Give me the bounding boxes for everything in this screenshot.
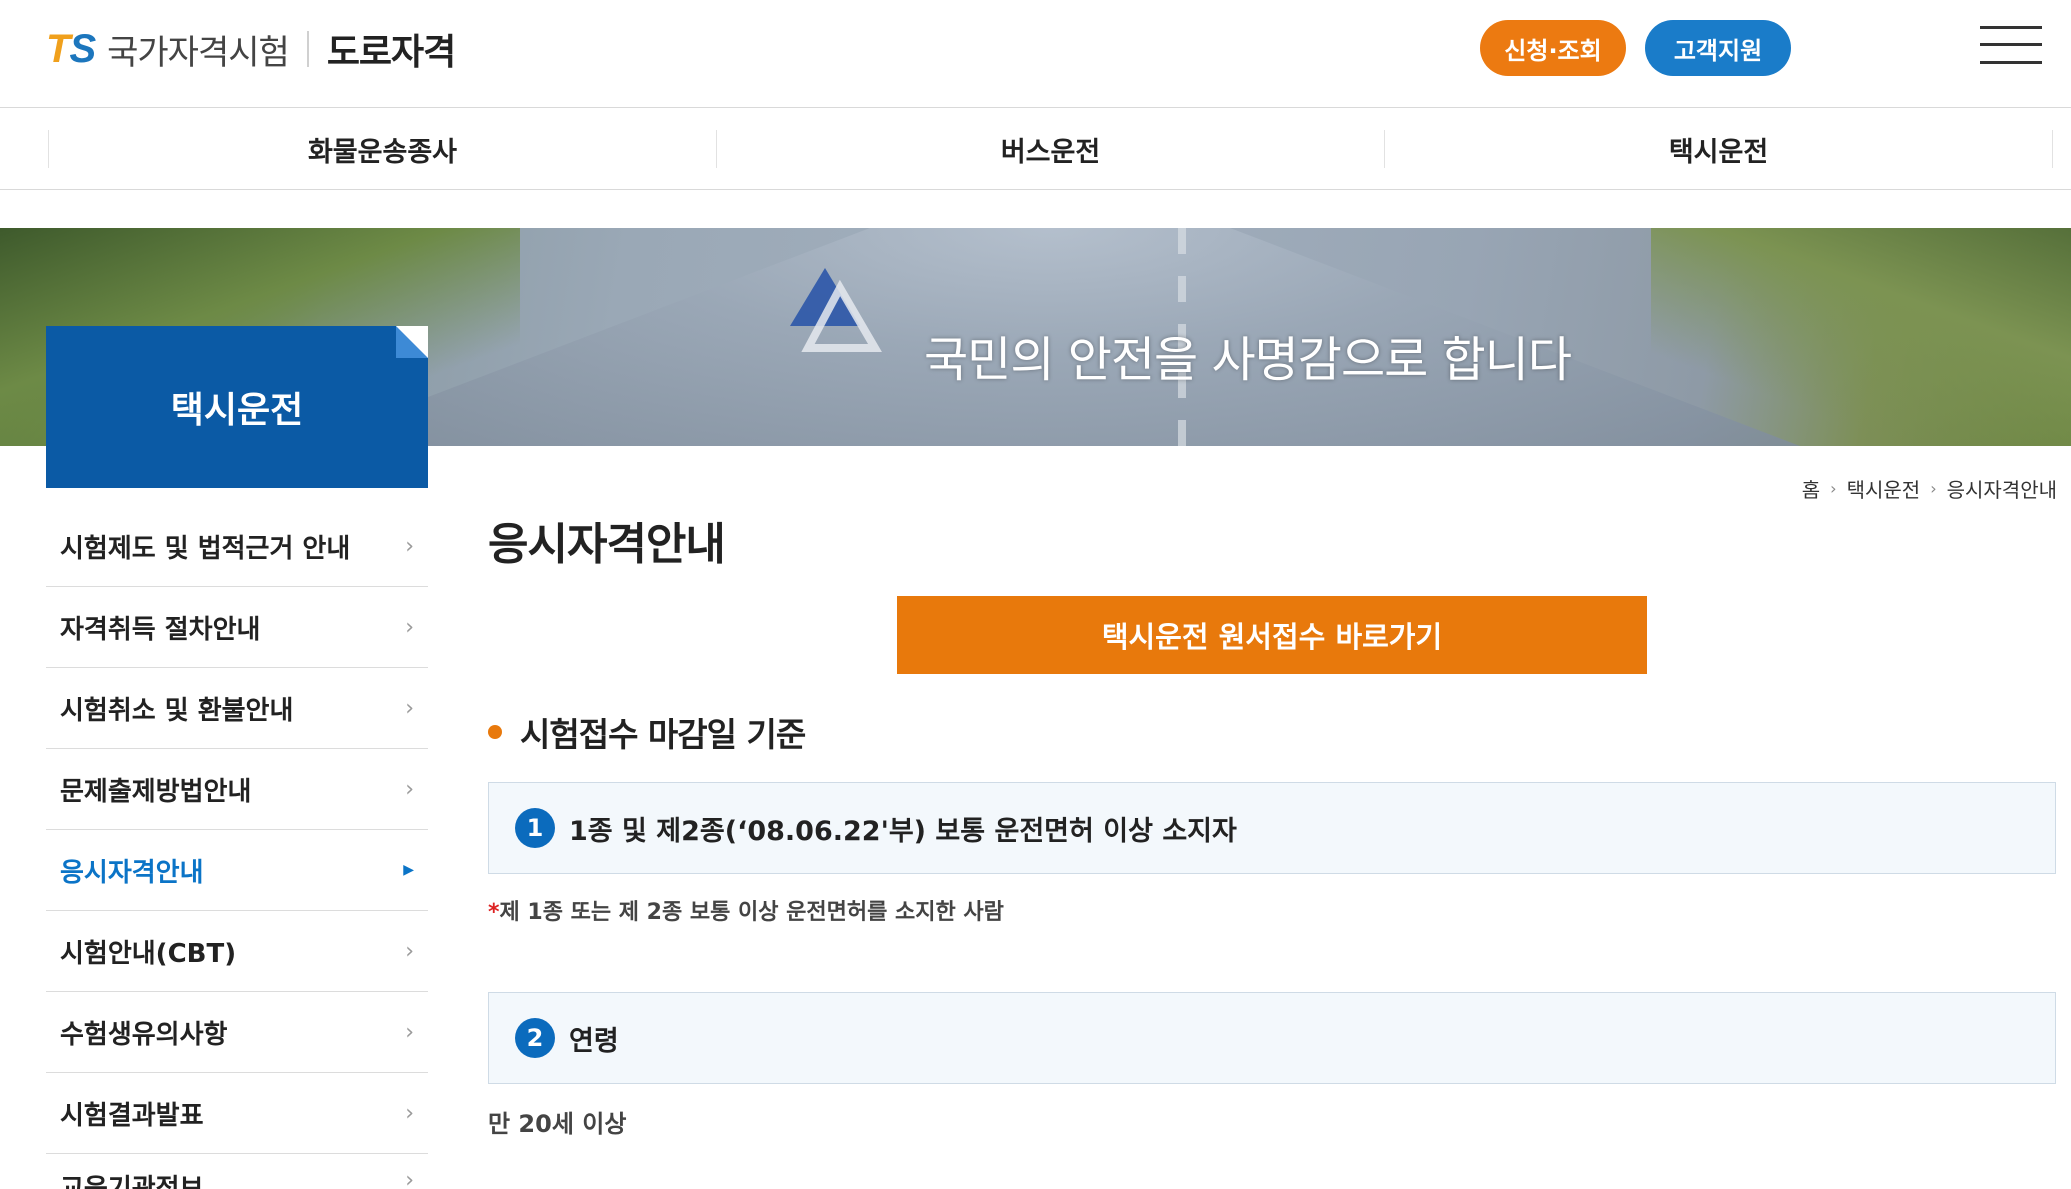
- chevron-right-icon: ›: [1830, 479, 1837, 498]
- banner-triangle-icon: [790, 268, 882, 352]
- page-title: 응시자격안내: [488, 519, 726, 570]
- apply-inquiry-button[interactable]: 신청·조회: [1480, 20, 1626, 76]
- sidebar-item-results[interactable]: 시험결과발표 ›: [46, 1073, 428, 1154]
- caret-right-icon: ▶: [403, 862, 414, 878]
- criteria-text: 1종 및 제2종(‘08.06.22'부) 보통 운전면허 이상 소지자: [569, 815, 1237, 847]
- nav-item-bus[interactable]: 버스운전: [716, 130, 1384, 168]
- customer-support-button[interactable]: 고객지원: [1645, 20, 1791, 76]
- sidebar-item-candidate-notes[interactable]: 수험생유의사항 ›: [46, 992, 428, 1073]
- chevron-right-icon: ›: [405, 1100, 414, 1126]
- sidebar-title-fold: [396, 326, 428, 358]
- breadcrumb: 홈 › 택시운전 › 응시자격안내: [1802, 474, 2057, 503]
- breadcrumb-taxi[interactable]: 택시운전: [1847, 474, 1921, 503]
- criteria-box-license: 1 1종 및 제2종(‘08.06.22'부) 보통 운전면허 이상 소지자: [488, 782, 2056, 874]
- criteria-text: 연령: [569, 1025, 619, 1057]
- chevron-right-icon: ›: [405, 1019, 414, 1045]
- chevron-right-icon: ›: [405, 695, 414, 721]
- bullet-dot-icon: [488, 725, 502, 739]
- breadcrumb-home[interactable]: 홈: [1802, 474, 1820, 503]
- sidebar-item-exam-system[interactable]: 시험제도 및 법적근거 안내 ›: [46, 506, 428, 587]
- chevron-right-icon: ›: [405, 776, 414, 802]
- sidebar-item-question-method[interactable]: 문제출제방법안내 ›: [46, 749, 428, 830]
- site-header: TS 국가자격시험 도로자격 신청·조회 고객지원: [0, 0, 2071, 108]
- site-logo[interactable]: TS 국가자격시험 도로자격: [46, 26, 456, 74]
- sidebar-item-education[interactable]: 교육기관정보 ›: [46, 1154, 428, 1189]
- banner-slogan: 국민의 안전을 사명감으로 합니다: [924, 332, 1572, 388]
- logo-divider: [306, 31, 309, 67]
- number-badge: 2: [515, 1018, 555, 1058]
- section-title: 시험접수 마감일 기준: [488, 708, 806, 756]
- sidebar-item-acquisition-procedure[interactable]: 자격취득 절차안내 ›: [46, 587, 428, 668]
- chevron-right-icon: ›: [1930, 479, 1937, 498]
- menu-icon[interactable]: [1980, 24, 2042, 66]
- sidebar-title: 택시운전: [46, 326, 428, 488]
- breadcrumb-current[interactable]: 응시자격안내: [1947, 474, 2057, 503]
- main-nav: 화물운송종사 버스운전 택시운전: [0, 109, 2071, 190]
- nav-item-cargo[interactable]: 화물운송종사: [48, 130, 716, 168]
- logo-subtitle: 도로자격: [326, 32, 456, 73]
- chevron-right-icon: ›: [405, 1168, 414, 1189]
- apply-shortcut-button[interactable]: 택시운전 원서접수 바로가기: [897, 596, 1647, 674]
- logo-name: 국가자격시험: [107, 32, 290, 73]
- chevron-right-icon: ›: [405, 614, 414, 640]
- criteria-note: *제 1종 또는 제 2종 보통 이상 운전면허를 소지한 사람: [488, 900, 1004, 925]
- sidebar-item-eligibility[interactable]: 응시자격안내 ▶: [46, 830, 428, 911]
- criteria-age-desc: 만 20세 이상: [488, 1110, 627, 1138]
- chevron-right-icon: ›: [405, 533, 414, 559]
- chevron-right-icon: ›: [405, 938, 414, 964]
- nav-item-taxi[interactable]: 택시운전: [1384, 130, 2053, 168]
- sidebar-item-cancel-refund[interactable]: 시험취소 및 환불안내 ›: [46, 668, 428, 749]
- sidebar-menu: 시험제도 및 법적근거 안내 › 자격취득 절차안내 › 시험취소 및 환불안내 › …: [46, 506, 428, 1189]
- criteria-box-age: 2 연령: [488, 992, 2056, 1084]
- sidebar-item-exam-cbt[interactable]: 시험안내(CBT) ›: [46, 911, 428, 992]
- number-badge: 1: [515, 808, 555, 848]
- ts-logo-mark: TS: [46, 26, 96, 71]
